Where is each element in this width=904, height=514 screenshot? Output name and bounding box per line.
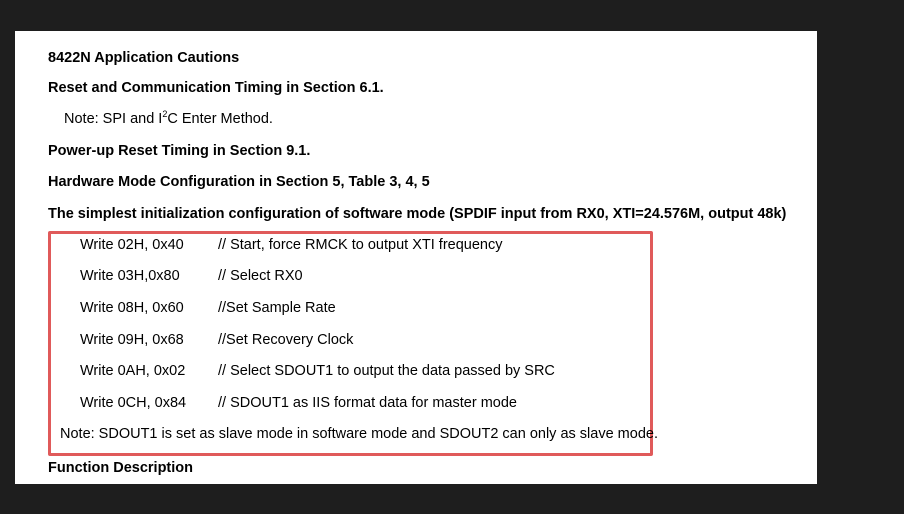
command-line: Write 0CH, 0x84 <box>80 395 187 411</box>
command-comment: //Set Recovery Clock <box>218 332 354 348</box>
section-reset-heading: Reset and Communication Timing in Sectio… <box>48 80 384 96</box>
note-spi: Note: SPI and I2C Enter Method. <box>64 110 273 128</box>
section-hardware-heading: Hardware Mode Configuration in Section 5… <box>48 174 430 190</box>
command-comment: // Select RX0 <box>218 268 303 284</box>
command-line: Write 03H,0x80 <box>80 268 180 284</box>
command-line: Write 09H, 0x68 <box>80 332 184 348</box>
note-spi-prefix: Note: SPI and I <box>64 111 163 127</box>
section-powerup-heading: Power-up Reset Timing in Section 9.1. <box>48 143 311 159</box>
document-page: 8422N Application Cautions Reset and Com… <box>15 31 817 484</box>
command-comment: // Start, force RMCK to output XTI frequ… <box>218 237 503 253</box>
section-function-heading: Function Description <box>48 460 193 476</box>
command-comment: //Set Sample Rate <box>218 300 336 316</box>
note-spi-suffix: C Enter Method. <box>167 111 273 127</box>
command-line: Write 02H, 0x40 <box>80 237 184 253</box>
command-comment: // SDOUT1 as IIS format data for master … <box>218 395 517 411</box>
command-comment: // Select SDOUT1 to output the data pass… <box>218 363 555 379</box>
document-title: 8422N Application Cautions <box>48 50 240 66</box>
command-line: Write 08H, 0x60 <box>80 300 184 316</box>
note-slave-mode: Note: SDOUT1 is set as slave mode in sof… <box>60 426 658 442</box>
command-line: Write 0AH, 0x02 <box>80 363 186 379</box>
section-init-heading: The simplest initialization configuratio… <box>48 206 787 222</box>
